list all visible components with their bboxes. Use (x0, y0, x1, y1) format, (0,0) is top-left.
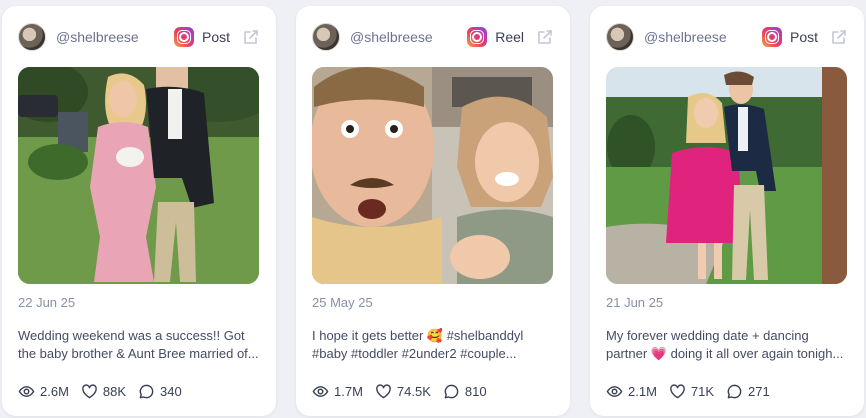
views-count: 2.1M (628, 383, 657, 399)
comments-stat: 271 (726, 383, 770, 400)
comment-icon (727, 384, 742, 398)
post-type-label: Reel (495, 29, 524, 45)
post-type-label: Post (789, 29, 818, 45)
likes-count: 71K (690, 383, 715, 399)
post-header: @shelbreese Post (18, 22, 260, 52)
views-count: 1.7M (334, 383, 363, 399)
post-card[interactable]: @shelbreese Reel 25 May 25 I hope it get… (296, 6, 570, 416)
likes-stat: 71K (669, 383, 714, 400)
post-caption: I hope it gets better 🥰 #shelbanddyl #ba… (312, 328, 524, 361)
external-link-icon[interactable] (242, 28, 260, 46)
external-link-icon[interactable] (536, 28, 554, 46)
post-stats: 1.7M 74.5K 810 (312, 382, 554, 400)
avatar[interactable] (606, 23, 634, 51)
comments-count: 271 (748, 383, 770, 399)
avatar[interactable] (312, 23, 340, 51)
post-caption: Wedding weekend was a success!! Got the … (18, 328, 259, 361)
post-stats: 2.6M 88K 340 (18, 382, 260, 400)
post-type-label: Post (201, 29, 230, 45)
views-stat: 2.1M (606, 383, 657, 400)
post-header: @shelbreese Post (606, 22, 848, 52)
heart-icon (670, 383, 685, 398)
post-image[interactable] (312, 67, 553, 284)
instagram-icon (467, 27, 488, 47)
post-card[interactable]: @shelbreese Post 21 Jun 25 My forever we… (590, 6, 864, 416)
eye-icon (606, 385, 623, 397)
likes-count: 88K (102, 383, 127, 399)
post-date: 25 May 25 (312, 295, 373, 310)
account-handle[interactable]: @shelbreese (350, 29, 467, 45)
heart-icon (376, 383, 391, 398)
likes-stat: 74.5K (375, 383, 431, 400)
post-image[interactable] (18, 67, 259, 284)
views-count: 2.6M (40, 383, 69, 399)
comment-icon (139, 384, 154, 398)
post-image[interactable] (606, 67, 847, 284)
post-caption: My forever wedding date + dancing partne… (606, 328, 844, 361)
post-header: @shelbreese Reel (312, 22, 554, 52)
avatar[interactable] (18, 23, 46, 51)
post-card[interactable]: @shelbreese Post 22 Jun 25 Wedding weeke… (2, 6, 276, 416)
account-handle[interactable]: @shelbreese (56, 29, 174, 45)
instagram-icon (761, 27, 782, 47)
account-handle[interactable]: @shelbreese (644, 29, 762, 45)
views-stat: 1.7M (312, 383, 363, 400)
comments-count: 340 (160, 383, 182, 399)
eye-icon (312, 385, 329, 397)
comments-stat: 340 (138, 383, 182, 400)
post-stats: 2.1M 71K 271 (606, 382, 848, 400)
comments-stat: 810 (443, 383, 487, 400)
eye-icon (18, 385, 35, 397)
comments-count: 810 (464, 383, 487, 399)
instagram-icon (173, 27, 194, 47)
likes-count: 74.5K (396, 383, 431, 399)
comment-icon (444, 384, 459, 398)
external-link-icon[interactable] (830, 28, 848, 46)
views-stat: 2.6M (18, 383, 69, 400)
heart-icon (82, 383, 97, 398)
post-date: 22 Jun 25 (18, 295, 76, 310)
post-date: 21 Jun 25 (606, 295, 664, 310)
likes-stat: 88K (81, 383, 126, 400)
